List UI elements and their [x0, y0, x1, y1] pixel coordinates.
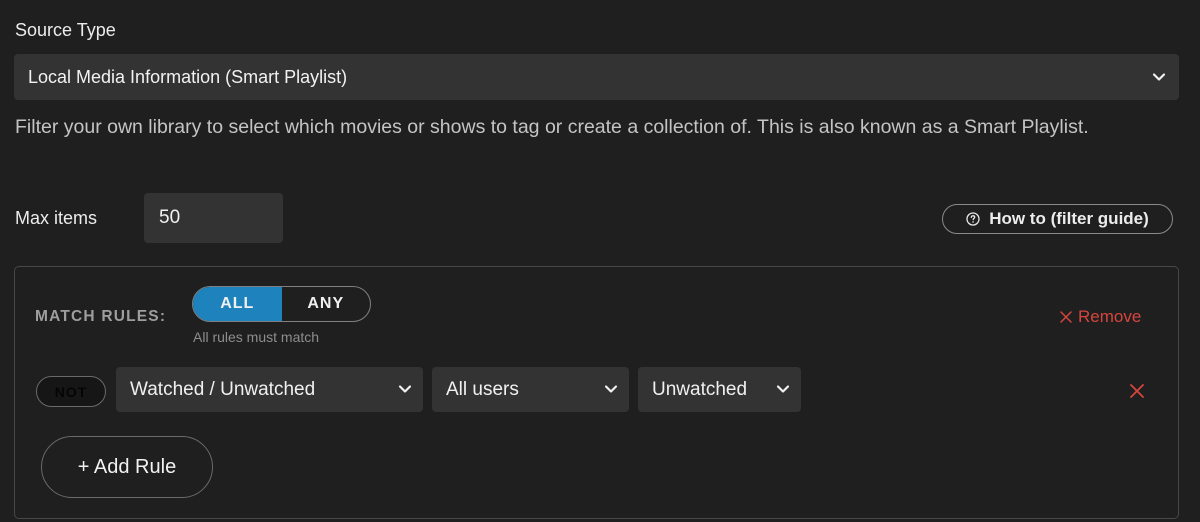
rule-scope-select[interactable]: All users: [432, 367, 629, 412]
source-type-select[interactable]: Local Media Information (Smart Playlist): [14, 54, 1179, 100]
chevron-down-icon: [775, 381, 791, 397]
match-any-option[interactable]: ANY: [282, 287, 371, 321]
remove-rule-group-button[interactable]: Remove: [1059, 307, 1141, 327]
question-circle-icon: [966, 212, 980, 226]
match-rules-hint: All rules must match: [193, 329, 320, 345]
source-type-value: Local Media Information (Smart Playlist): [28, 66, 348, 87]
remove-label: Remove: [1078, 307, 1142, 326]
match-all-option[interactable]: ALL: [193, 287, 282, 321]
close-icon: [1059, 310, 1073, 324]
max-items-input[interactable]: [144, 193, 283, 243]
rule-value-value: Unwatched: [652, 378, 748, 400]
source-type-description: Filter your own library to select which …: [15, 116, 1089, 138]
close-icon: [1128, 382, 1146, 400]
match-mode-toggle: ALL ANY: [192, 286, 371, 322]
chevron-down-icon: [1151, 69, 1167, 85]
chevron-down-icon: [397, 381, 413, 397]
rule-field-value: Watched / Unwatched: [130, 378, 316, 400]
rule-value-select[interactable]: Unwatched: [638, 367, 801, 412]
match-rules-label: MATCH RULES:: [35, 308, 167, 325]
max-items-label: Max items: [15, 208, 98, 228]
not-toggle[interactable]: NOT: [36, 376, 106, 407]
add-rule-button[interactable]: + Add Rule: [41, 436, 213, 498]
rule-scope-value: All users: [446, 378, 519, 400]
filter-guide-label: How to (filter guide): [989, 209, 1149, 228]
delete-rule-button[interactable]: [1128, 382, 1146, 400]
source-type-label: Source Type: [15, 20, 116, 40]
rule-field-select[interactable]: Watched / Unwatched: [116, 367, 423, 412]
filter-guide-button[interactable]: How to (filter guide): [942, 204, 1173, 234]
chevron-down-icon: [603, 381, 619, 397]
